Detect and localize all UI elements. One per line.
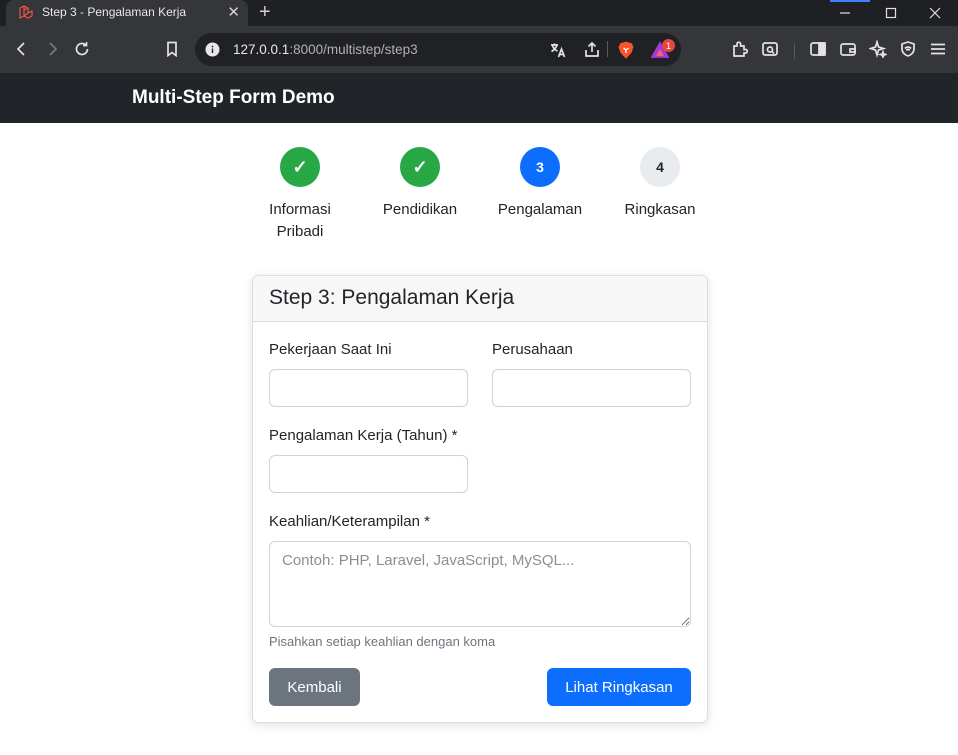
url-path: :8000/multistep/step3 [289,42,418,57]
step-4-number: 4 [640,147,680,187]
address-bar[interactable]: 127.0.0.1:8000/multistep/step3 1 [195,33,681,66]
form-title: Step 3: Pengalaman Kerja [269,286,515,309]
browser-tab[interactable]: Step 3 - Pengalaman Kerja ✕ [6,0,248,26]
current-job-input[interactable] [269,369,468,407]
url-host: 127.0.0.1 [233,42,290,57]
bookmark-icon[interactable] [161,38,183,60]
back-button[interactable]: Kembali [269,668,360,706]
new-tab-icon[interactable]: + [259,1,271,23]
toolbar-separator [794,43,795,59]
step-2-check-icon: ✓ [400,147,440,187]
vpn-shield-icon[interactable] [897,38,919,60]
navbar-brand[interactable]: Multi-Step Form Demo [132,87,335,109]
form-card: Step 3: Pengalaman Kerja Pekerjaan Saat … [252,275,708,723]
share-icon[interactable] [581,39,603,61]
step-2-label: Pendidikan [382,201,458,218]
wallet-icon[interactable] [837,38,859,60]
step-pengalaman: 3 Pengalaman [480,147,600,221]
skills-help-text: Pisahkan setiap keahlian dengan koma [269,634,496,649]
app-navbar: Multi-Step Form Demo [0,73,958,123]
experience-years-label: Pengalaman Kerja (Tahun) * [269,427,458,444]
maximize-icon[interactable] [868,0,914,26]
step-1-label: Informasi Pribadi [269,201,331,240]
step-pendidikan: ✓ Pendidikan [360,147,480,221]
step-4-label: Ringkasan [624,201,696,218]
tab-close-icon[interactable]: ✕ [227,3,240,21]
omnibox-separator [607,41,608,57]
leo-ai-icon[interactable] [867,38,889,60]
browser-toolbar: 127.0.0.1:8000/multistep/step3 1 [0,26,958,73]
tab-title: Step 3 - Pengalaman Kerja [42,5,187,19]
step-3-label: Pengalaman [497,201,583,218]
window-close-icon[interactable] [912,0,958,26]
tab-search-icon[interactable] [759,38,781,60]
brave-shields-icon[interactable] [615,39,637,61]
current-job-label: Pekerjaan Saat Ini [269,341,392,358]
extensions-icon[interactable] [729,38,751,60]
minimize-icon[interactable] [822,0,868,26]
sidebar-icon[interactable] [807,38,829,60]
skills-textarea[interactable] [269,541,691,627]
step-ringkasan: 4 Ringkasan [600,147,720,221]
site-info-icon[interactable] [205,42,220,57]
translate-icon[interactable] [547,39,569,61]
rewards-badge: 1 [662,39,675,52]
company-label: Perusahaan [492,341,573,358]
menu-icon[interactable] [927,38,949,60]
step-3-number: 3 [520,147,560,187]
browser-tab-strip: Step 3 - Pengalaman Kerja ✕ + [0,0,958,26]
experience-years-input[interactable] [269,455,468,493]
step-informasi-pribadi: ✓ Informasi Pribadi [240,147,360,243]
company-input[interactable] [492,369,691,407]
reload-icon[interactable] [71,38,93,60]
url-text: 127.0.0.1:8000/multistep/step3 [233,42,418,57]
step-1-check-icon: ✓ [280,147,320,187]
skills-label: Keahlian/Keterampilan * [269,513,430,530]
forward-icon[interactable] [41,38,63,60]
view-summary-button[interactable]: Lihat Ringkasan [547,668,691,706]
back-icon[interactable] [11,38,33,60]
card-header: Step 3: Pengalaman Kerja [253,276,707,322]
laravel-icon [19,5,33,19]
